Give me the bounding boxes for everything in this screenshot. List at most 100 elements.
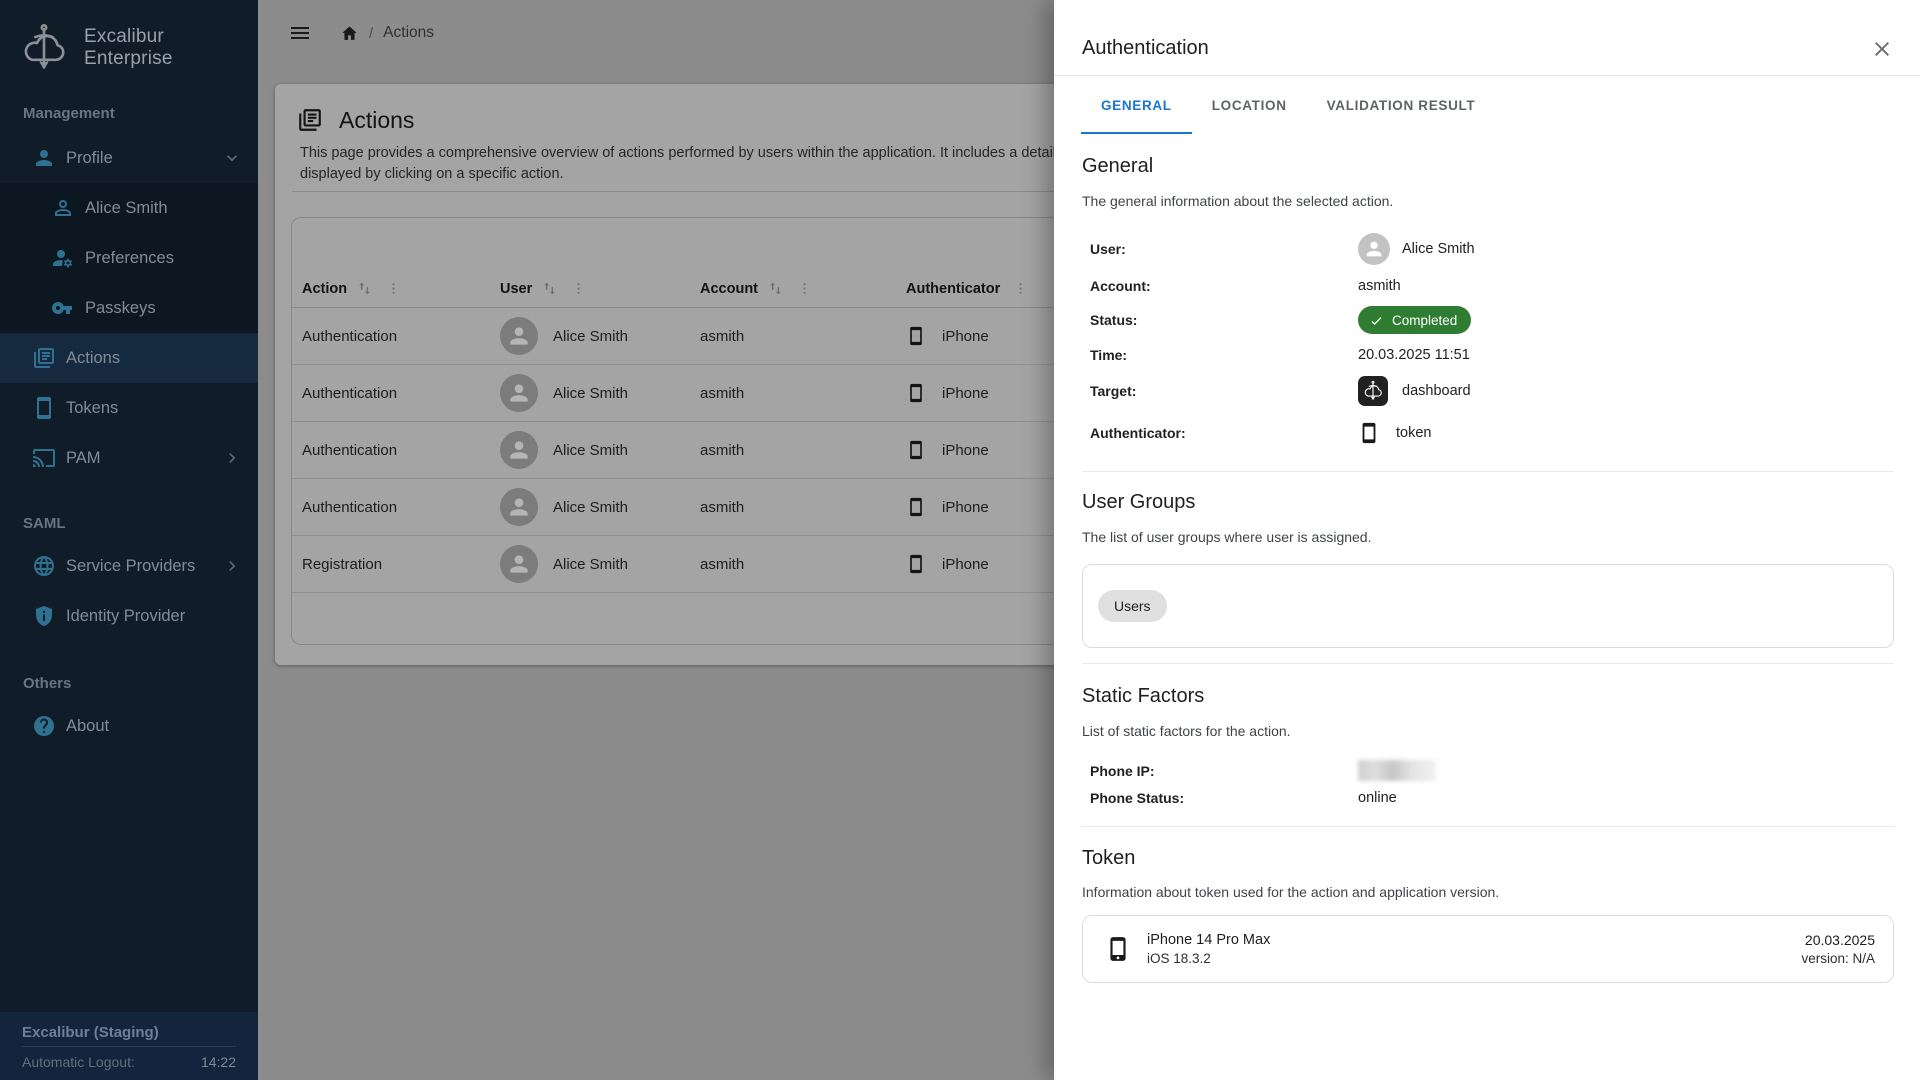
sidebar-item-label: Preferences [85, 249, 174, 268]
section-divider [1082, 826, 1894, 827]
redacted-ip-value [1358, 760, 1436, 781]
user-name: Alice Smith [553, 499, 628, 516]
sidebar-item-label: Service Providers [66, 557, 195, 576]
token-meta: 20.03.2025 version: N/A [1801, 932, 1875, 966]
user-groups-box: Users [1082, 564, 1894, 648]
sidebar-item-pam[interactable]: PAM [0, 433, 258, 483]
smartphone-icon [906, 321, 926, 351]
field-label: Status: [1090, 312, 1358, 328]
key-icon [51, 296, 75, 320]
section-heading-static-factors: Static Factors [1082, 684, 1894, 708]
avatar [500, 488, 538, 526]
tab-location[interactable]: LOCATION [1192, 76, 1307, 134]
field-label: Phone Status: [1090, 790, 1358, 806]
cell-account: asmith [700, 499, 898, 516]
cell-account: asmith [700, 556, 898, 573]
column-label: Account [700, 281, 758, 297]
field-target: Target: dashboard [1082, 371, 1894, 411]
field-value-phone-ip [1358, 760, 1894, 781]
sidebar-item-passkeys[interactable]: Passkeys [0, 283, 258, 333]
field-label: User: [1090, 241, 1358, 257]
cell-action: Authentication [302, 442, 500, 459]
field-user: User: Alice Smith [1082, 229, 1894, 269]
column-menu-icon[interactable] [571, 281, 586, 296]
auto-logout-timer: 14:22 [201, 1054, 236, 1070]
sidebar-item-label: Identity Provider [66, 607, 185, 626]
column-header-action: Action [302, 280, 500, 297]
field-label: Target: [1090, 383, 1358, 399]
field-account: Account: asmith [1082, 269, 1894, 302]
column-header-user: User [500, 280, 700, 297]
shield-icon [32, 604, 56, 628]
person-icon [32, 146, 56, 170]
sidebar-item-alice-smith[interactable]: Alice Smith [0, 183, 258, 233]
auto-logout-label: Automatic Logout: [22, 1054, 135, 1070]
section-heading-general: General [1082, 154, 1894, 178]
menu-icon[interactable] [288, 21, 312, 45]
column-menu-icon[interactable] [1013, 281, 1028, 296]
cell-account: asmith [700, 442, 898, 459]
token-device-info: iPhone 14 Pro Max iOS 18.3.2 [1147, 932, 1270, 966]
cell-action: Authentication [302, 499, 500, 516]
drawer-body: General The general information about th… [1054, 154, 1920, 983]
cell-action: Authentication [302, 385, 500, 402]
token-version: version: N/A [1801, 951, 1875, 966]
status-text: Completed [1392, 313, 1457, 328]
close-icon[interactable] [1870, 37, 1894, 61]
section-label-others: Others [0, 675, 258, 693]
smartphone-icon [906, 549, 926, 579]
column-header-account: Account [700, 280, 898, 297]
person-outline-icon [51, 196, 75, 220]
breadcrumb-current: Actions [383, 24, 434, 42]
tab-validation-result[interactable]: VALIDATION RESULT [1307, 76, 1496, 134]
field-time: Time: 20.03.2025 11:51 [1082, 338, 1894, 371]
sort-icon[interactable] [356, 280, 373, 297]
sidebar-item-label: Alice Smith [85, 199, 168, 218]
home-icon[interactable] [340, 24, 359, 43]
user-group-chip[interactable]: Users [1098, 590, 1167, 622]
sort-icon[interactable] [767, 280, 784, 297]
chevron-down-icon [222, 148, 242, 168]
chevron-right-icon [222, 556, 242, 576]
field-label: Phone IP: [1090, 763, 1358, 779]
cell-action: Authentication [302, 328, 500, 345]
field-label: Time: [1090, 347, 1358, 363]
sidebar-item-tokens[interactable]: Tokens [0, 383, 258, 433]
field-value-target: dashboard [1358, 376, 1894, 406]
column-menu-icon[interactable] [386, 281, 401, 296]
field-authenticator: Authenticator: token [1082, 411, 1894, 455]
sidebar-item-preferences[interactable]: Preferences [0, 233, 258, 283]
drawer-title: Authentication [1082, 37, 1209, 60]
cell-user: Alice Smith [500, 317, 700, 355]
sidebar-item-profile[interactable]: Profile [0, 133, 258, 183]
sidebar-footer: Excalibur (Staging) Automatic Logout: 14… [0, 1012, 258, 1080]
tab-general[interactable]: GENERAL [1081, 76, 1192, 134]
excalibur-logo-icon [16, 20, 72, 76]
avatar [500, 317, 538, 355]
column-menu-icon[interactable] [797, 281, 812, 296]
sidebar-nav: Profile Alice Smith Preferences Passkeys… [0, 133, 258, 483]
sidebar-item-about[interactable]: About [0, 701, 258, 751]
token-date: 20.03.2025 [1801, 932, 1875, 948]
field-value-status: Completed [1358, 306, 1894, 334]
cell-user: Alice Smith [500, 488, 700, 526]
check-icon [1369, 313, 1384, 328]
sidebar-item-actions[interactable]: Actions [0, 333, 258, 383]
sidebar-item-label: Tokens [66, 399, 118, 418]
section-label-saml: SAML [0, 515, 258, 533]
sidebar-item-service-providers[interactable]: Service Providers [0, 541, 258, 591]
authenticator-name: iPhone [942, 328, 989, 345]
excalibur-app-icon [1358, 376, 1388, 406]
smartphone-icon [906, 435, 926, 465]
authenticator-name: iPhone [942, 385, 989, 402]
smartphone-icon [1105, 929, 1131, 969]
general-fields: User: Alice Smith Account: asmith Status… [1082, 229, 1894, 455]
user-name: Alice Smith [1402, 241, 1475, 257]
section-divider [1082, 471, 1894, 472]
saml-nav: Service Providers Identity Provider [0, 541, 258, 641]
sidebar-item-label: Actions [66, 349, 120, 368]
sort-icon[interactable] [541, 280, 558, 297]
smartphone-icon [906, 492, 926, 522]
sidebar-item-identity-provider[interactable]: Identity Provider [0, 591, 258, 641]
environment-name: Excalibur (Staging) [22, 1022, 236, 1046]
